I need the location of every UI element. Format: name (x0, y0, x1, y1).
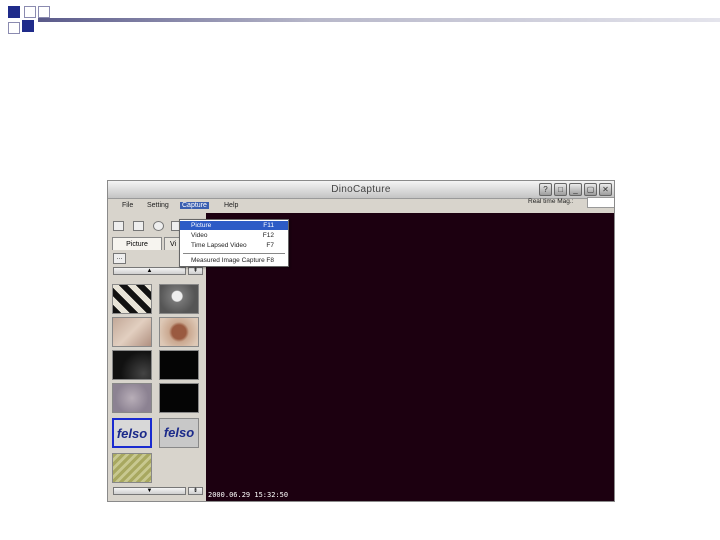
folder-button[interactable]: … (113, 253, 126, 264)
tab-picture[interactable]: Picture (112, 237, 162, 250)
scroll-bottom-button[interactable]: ⇟ (188, 487, 203, 495)
menu-help[interactable]: Help (222, 202, 240, 209)
thumbnail-image[interactable] (112, 284, 152, 314)
thumbnail-text: felso (116, 426, 148, 441)
capture-measured-item[interactable]: Measured Image Capture F8 (180, 256, 288, 265)
thumbnail-image[interactable]: felso (159, 418, 199, 448)
minimize-icon[interactable]: _ (569, 183, 582, 196)
help-icon[interactable]: ? (539, 183, 552, 196)
realtime-mag-field[interactable] (587, 197, 614, 208)
thumbnail-image[interactable] (112, 383, 152, 413)
thumbnail-image[interactable] (112, 317, 152, 347)
scroll-down-bar: ▼ ⇟ (113, 487, 203, 495)
menu-item-label: Picture (191, 222, 212, 229)
thumbnail-image[interactable] (159, 317, 199, 347)
decor-square (24, 6, 36, 18)
title-bar[interactable]: DinoCapture ? □ _ ▢ ✕ (108, 181, 614, 199)
thumbnail-image[interactable] (112, 350, 152, 380)
decor-square (22, 20, 34, 32)
app-window: DinoCapture ? □ _ ▢ ✕ File Setting Captu… (107, 180, 615, 502)
window-controls: ? □ _ ▢ ✕ (539, 183, 612, 196)
menu-item-shortcut: F7 (266, 242, 274, 249)
menu-item-shortcut: F12 (262, 232, 274, 239)
menu-capture[interactable]: Capture (180, 202, 209, 209)
thumbnail-text: felso (163, 425, 195, 440)
thumbnail-image[interactable] (159, 383, 199, 413)
menu-item-label: Video (191, 232, 208, 239)
maximize-icon[interactable]: ▢ (584, 183, 597, 196)
realtime-mag-label: Real time Mag.: (528, 198, 574, 205)
menu-item-label: Measured Image Capture (191, 257, 265, 264)
capture-menu: Picture F11 Video F12 Time Lapsed Video … (179, 219, 289, 267)
thumbnail-image-selected[interactable]: felso (112, 418, 152, 448)
fullscreen-icon[interactable]: □ (554, 183, 567, 196)
menu-file[interactable]: File (120, 202, 135, 209)
open-folder-icon[interactable] (113, 221, 124, 231)
decor-line (38, 18, 720, 22)
timer-icon[interactable] (153, 221, 164, 231)
timestamp: 2000.06.29 15:32:50 (206, 491, 291, 499)
scroll-down-button[interactable]: ▼ (113, 487, 186, 495)
thumbnail-image[interactable] (112, 453, 152, 483)
capture-timelapse-item[interactable]: Time Lapsed Video F7 (180, 241, 288, 250)
thumbnail-image[interactable] (159, 284, 199, 314)
decor-square (8, 22, 20, 34)
menu-item-shortcut: F8 (266, 257, 274, 264)
menu-item-label: Time Lapsed Video (191, 242, 247, 249)
scroll-up-button[interactable]: ▲ (113, 267, 186, 275)
decor-square (38, 6, 50, 18)
scroll-up-bar: ▲ ⇞ (113, 267, 203, 275)
menu-bar: File Setting Capture Help (108, 199, 238, 213)
close-icon[interactable]: ✕ (599, 183, 612, 196)
menu-setting[interactable]: Setting (145, 202, 171, 209)
thumbnail-image[interactable] (159, 350, 199, 380)
decor-square (8, 6, 20, 18)
scroll-top-button[interactable]: ⇞ (188, 267, 203, 275)
capture-picture-item[interactable]: Picture F11 (180, 221, 288, 230)
menu-item-shortcut: F11 (263, 222, 274, 229)
menu-separator (183, 253, 285, 254)
camera-icon[interactable] (133, 221, 144, 231)
capture-video-item[interactable]: Video F12 (180, 231, 288, 240)
